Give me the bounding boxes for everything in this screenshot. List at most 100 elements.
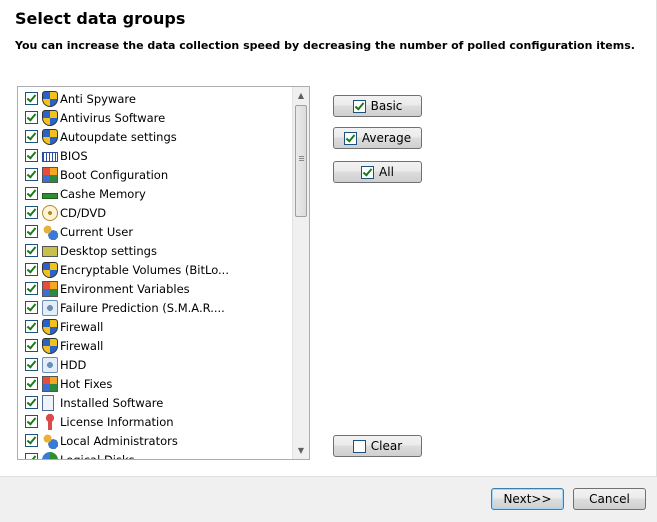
data-groups-list-items: Anti Spyware Antivirus Software Autoupdate… [18,89,294,460]
list-scrollbar[interactable]: ▲ ▼ [292,87,309,459]
list-item-label: BIOS [60,148,88,163]
list-item[interactable]: License Information [18,412,294,431]
item-checkbox[interactable] [25,206,38,219]
item-checkbox[interactable] [25,282,38,295]
item-checkbox[interactable] [25,225,38,238]
basic-button[interactable]: Basic [333,95,422,117]
item-checkbox[interactable] [25,92,38,105]
clear-button-label: Clear [370,439,403,453]
list-item-label: Current User [60,224,134,239]
list-item[interactable]: Local Administrators [18,431,294,450]
item-checkbox[interactable] [25,358,38,371]
list-item[interactable]: Firewall [18,336,294,355]
shield-icon [42,261,58,278]
list-item[interactable]: Encryptable Volumes (BitLo... [18,260,294,279]
list-item-label: Anti Spyware [60,91,136,106]
list-item-label: Environment Variables [60,281,190,296]
page-subtitle: You can increase the data collection spe… [15,39,635,52]
item-checkbox[interactable] [25,301,38,314]
windows-icon [42,375,58,392]
item-checkbox[interactable] [25,130,38,143]
scroll-up-arrow-icon[interactable]: ▲ [293,87,309,104]
all-button-label: All [379,165,394,179]
average-button[interactable]: Average [333,127,422,149]
item-checkbox[interactable] [25,396,38,409]
item-checkbox[interactable] [25,111,38,124]
chip-icon [42,152,58,162]
item-checkbox[interactable] [25,187,38,200]
list-item-label: Firewall [60,338,104,353]
item-checkbox[interactable] [25,263,38,276]
list-item-label: Logical Disks [60,452,135,460]
windows-icon [42,166,58,183]
item-checkbox[interactable] [25,453,38,459]
item-checkbox[interactable] [25,244,38,257]
item-checkbox[interactable] [25,434,38,447]
list-item[interactable]: Failure Prediction (S.M.A.R.... [18,298,294,317]
next-button[interactable]: Next>> [491,488,564,510]
pie-icon [42,451,58,459]
shield-icon [42,337,58,354]
users-icon [42,432,58,449]
all-button[interactable]: All [333,161,422,183]
item-checkbox[interactable] [25,149,38,162]
list-item-label: CD/DVD [60,205,107,220]
scroll-down-arrow-icon[interactable]: ▼ [293,442,309,459]
item-checkbox[interactable] [25,377,38,390]
checkbox-icon [352,99,366,113]
memory-icon [42,193,58,199]
data-groups-list[interactable]: Anti Spyware Antivirus Software Autoupdate… [17,86,310,460]
list-item-label: Hot Fixes [60,376,113,391]
shield-icon [42,90,58,107]
list-item[interactable]: Boot Configuration [18,165,294,184]
checkbox-icon [361,165,375,179]
list-item[interactable]: Autoupdate settings [18,127,294,146]
hdd-icon [42,299,58,316]
item-checkbox[interactable] [25,320,38,333]
list-item[interactable]: Desktop settings [18,241,294,260]
cancel-button[interactable]: Cancel [573,488,646,510]
list-item[interactable]: Antivirus Software [18,108,294,127]
list-item[interactable]: BIOS [18,146,294,165]
document-icon [42,394,54,411]
list-item-label: Firewall [60,319,104,334]
hdd-icon [42,356,58,373]
item-checkbox[interactable] [25,415,38,428]
checkbox-icon [343,131,357,145]
item-checkbox[interactable] [25,168,38,181]
list-item-label: HDD [60,357,87,372]
list-item[interactable]: HDD [18,355,294,374]
list-item-label: Installed Software [60,395,164,410]
disc-icon [42,204,58,221]
page-title: Select data groups [15,9,186,28]
list-item-label: Autoupdate settings [60,129,177,144]
footer-bar: Next>> Cancel [0,476,657,522]
item-checkbox[interactable] [25,339,38,352]
desktop-icon [42,246,58,257]
list-item[interactable]: CD/DVD [18,203,294,222]
shield-icon [42,128,58,145]
list-item[interactable]: Logical Disks [18,450,294,460]
list-item[interactable]: Environment Variables [18,279,294,298]
list-item[interactable]: Hot Fixes [18,374,294,393]
list-item-label: License Information [60,414,174,429]
list-item-label: Encryptable Volumes (BitLo... [60,262,229,277]
checkbox-icon [352,439,366,453]
list-item[interactable]: Cashe Memory [18,184,294,203]
basic-button-label: Basic [370,99,403,113]
windows-icon [42,280,58,297]
list-item-label: Antivirus Software [60,110,166,125]
clear-button[interactable]: Clear [333,435,422,457]
scrollbar-thumb[interactable] [295,105,307,217]
list-item[interactable]: Current User [18,222,294,241]
list-item-label: Local Administrators [60,433,178,448]
list-item[interactable]: Firewall [18,317,294,336]
list-item-label: Cashe Memory [60,186,146,201]
average-button-label: Average [361,131,412,145]
shield-icon [42,318,58,335]
key-icon [42,413,58,430]
list-item-label: Failure Prediction (S.M.A.R.... [60,300,225,315]
users-icon [42,223,58,240]
list-item[interactable]: Anti Spyware [18,89,294,108]
list-item[interactable]: Installed Software [18,393,294,412]
